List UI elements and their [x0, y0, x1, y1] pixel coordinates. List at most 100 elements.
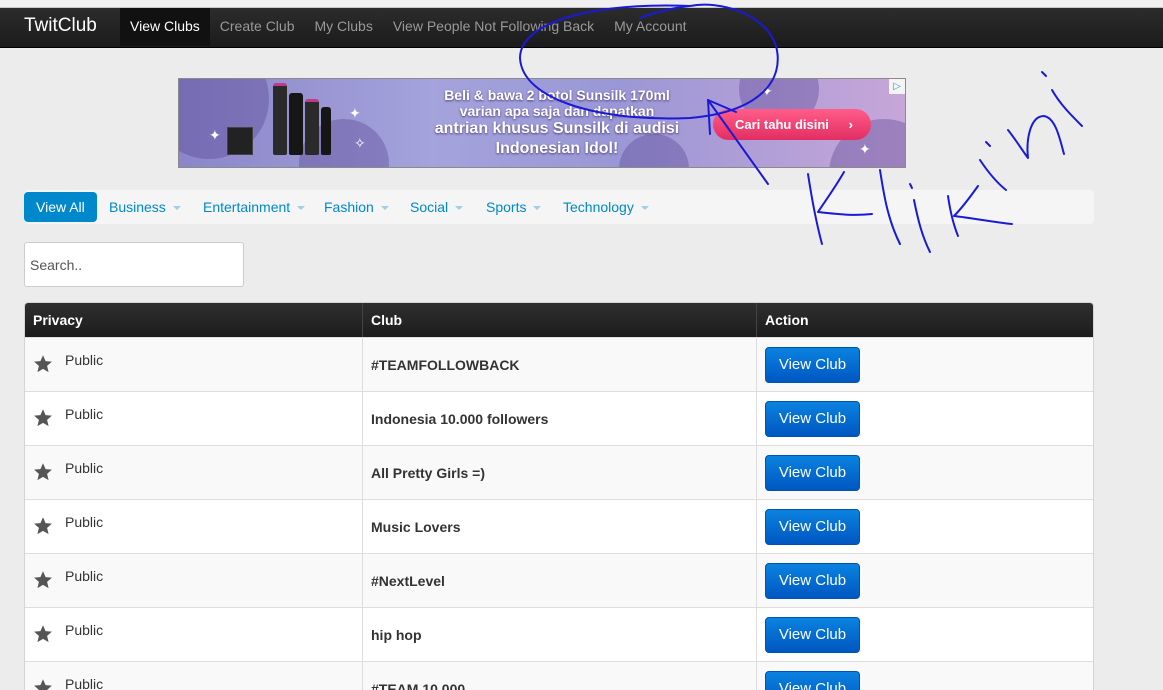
caret-down-icon [297, 206, 306, 211]
table-row: Public #TEAMFOLLOWBACK View Club [25, 337, 1093, 391]
sparkle-icon: ✧ [354, 135, 366, 151]
search-input[interactable] [24, 242, 244, 287]
view-club-button[interactable]: View Club [765, 454, 860, 491]
nav-view-clubs[interactable]: View Clubs [120, 8, 210, 46]
privacy-label: Public [65, 514, 104, 530]
shampoo-bottle [305, 99, 319, 155]
annotation-letter-i3 [1041, 71, 1083, 127]
browser-top-edge [0, 0, 1163, 8]
nav-not-following-back[interactable]: View People Not Following Back [383, 8, 604, 46]
club-cell: Music Lovers [362, 499, 756, 553]
sparkle-icon: ✦ [761, 83, 773, 99]
privacy-cell: Public [25, 391, 362, 445]
category-technology[interactable]: Technology [563, 192, 649, 222]
table-row: Public Indonesia 10.000 followers View C… [25, 391, 1093, 445]
category-label: Business [109, 199, 166, 215]
action-cell: View Club [756, 499, 1093, 553]
club-name: #TEAMFOLLOWBACK [371, 356, 520, 373]
table-row: Public Music Lovers View Club [25, 499, 1093, 553]
nav-create-club[interactable]: Create Club [210, 8, 305, 46]
action-cell: View Club [756, 391, 1093, 445]
sparkle-icon: ✦ [859, 141, 871, 157]
shampoo-bottle [273, 83, 287, 155]
star-icon [34, 679, 52, 690]
annotation-letter-n [1007, 115, 1065, 159]
shampoo-bottle [321, 107, 331, 155]
ad-cta-label: Cari tahu disini [735, 117, 829, 132]
category-entertainment[interactable]: Entertainment [203, 192, 306, 222]
header-privacy: Privacy [25, 303, 362, 337]
action-cell: View Club [756, 661, 1093, 690]
ad-bubble [179, 79, 269, 159]
category-business[interactable]: Business [109, 192, 181, 222]
ad-line-1: Beli & bawa 2 botol Sunsilk 170ml [444, 87, 670, 103]
club-name: Music Lovers [371, 518, 461, 535]
privacy-label: Public [65, 568, 104, 584]
navbar: TwitClub View Clubs Create Club My Clubs… [0, 8, 1163, 48]
ad-line-3: antrian khusus Sunsilk di audisi [434, 120, 680, 137]
privacy-cell: Public [25, 661, 362, 690]
category-label: View All [36, 199, 85, 215]
view-club-button[interactable]: View Club [765, 562, 860, 599]
action-cell: View Club [756, 607, 1093, 661]
privacy-label: Public [65, 406, 104, 422]
category-label: Fashion [324, 199, 374, 215]
category-label: Technology [563, 199, 634, 215]
privacy-cell: Public [25, 553, 362, 607]
nav-my-clubs[interactable]: My Clubs [304, 8, 382, 46]
category-sports[interactable]: Sports [486, 192, 542, 222]
star-icon [34, 355, 52, 373]
sparkle-icon: ✦ [209, 127, 221, 143]
annotation-letter-i2 [979, 141, 1007, 191]
star-icon [34, 463, 52, 481]
view-club-button[interactable]: View Club [765, 616, 860, 653]
header-club: Club [362, 303, 756, 337]
action-cell: View Club [756, 337, 1093, 391]
club-cell: hip hop [362, 607, 756, 661]
star-icon [34, 409, 52, 427]
privacy-label: Public [65, 676, 104, 690]
star-icon [34, 625, 52, 643]
club-cell: All Pretty Girls =) [362, 445, 756, 499]
ad-cta-button[interactable]: Cari tahu disini › [713, 109, 871, 140]
club-name: #TEAM 10.000 [371, 680, 466, 690]
club-name: All Pretty Girls =) [371, 464, 485, 481]
privacy-cell: Public [25, 445, 362, 499]
caret-down-icon [455, 206, 464, 211]
view-club-button[interactable]: View Club [765, 670, 860, 690]
shampoo-bottle [289, 93, 303, 155]
brand-logo[interactable]: TwitClub [24, 15, 97, 37]
club-name: hip hop [371, 626, 422, 643]
category-social[interactable]: Social [410, 192, 464, 222]
nav-my-account[interactable]: My Account [604, 8, 696, 46]
category-label: Entertainment [203, 199, 291, 215]
club-name: Indonesia 10.000 followers [371, 410, 549, 427]
nav-menu: View Clubs Create Club My Clubs View Peo… [120, 8, 697, 46]
category-fashion[interactable]: Fashion [324, 192, 389, 222]
clubs-table: Privacy Club Action Public #TEAMFOLLOWBA… [24, 302, 1094, 690]
privacy-label: Public [65, 460, 104, 476]
view-club-button[interactable]: View Club [765, 346, 860, 383]
caret-down-icon [172, 206, 181, 211]
category-label: Social [410, 199, 449, 215]
table-row: Public #TEAM 10.000 View Club [25, 661, 1093, 690]
club-cell: Indonesia 10.000 followers [362, 391, 756, 445]
adchoices-icon[interactable]: ▷ [889, 79, 905, 94]
privacy-cell: Public [25, 499, 362, 553]
table-row: Public hip hop View Club [25, 607, 1093, 661]
star-icon [34, 571, 52, 589]
caret-down-icon [533, 206, 542, 211]
club-cell: #TEAM 10.000 [362, 661, 756, 690]
ad-banner[interactable]: ✦ ✦ ✧ ✦ ✦ Beli & bawa 2 botol Sunsilk 17… [178, 78, 906, 168]
table-row: Public All Pretty Girls =) View Club [25, 445, 1093, 499]
category-label: Sports [486, 199, 527, 215]
category-bar: View All Business Entertainment Fashion … [24, 190, 1094, 224]
privacy-label: Public [65, 352, 104, 368]
privacy-label: Public [65, 622, 104, 638]
view-club-button[interactable]: View Club [765, 400, 860, 437]
club-cell: #TEAMFOLLOWBACK [362, 337, 756, 391]
category-view-all[interactable]: View All [24, 192, 97, 222]
action-cell: View Club [756, 445, 1093, 499]
view-club-button[interactable]: View Club [765, 508, 860, 545]
action-cell: View Club [756, 553, 1093, 607]
